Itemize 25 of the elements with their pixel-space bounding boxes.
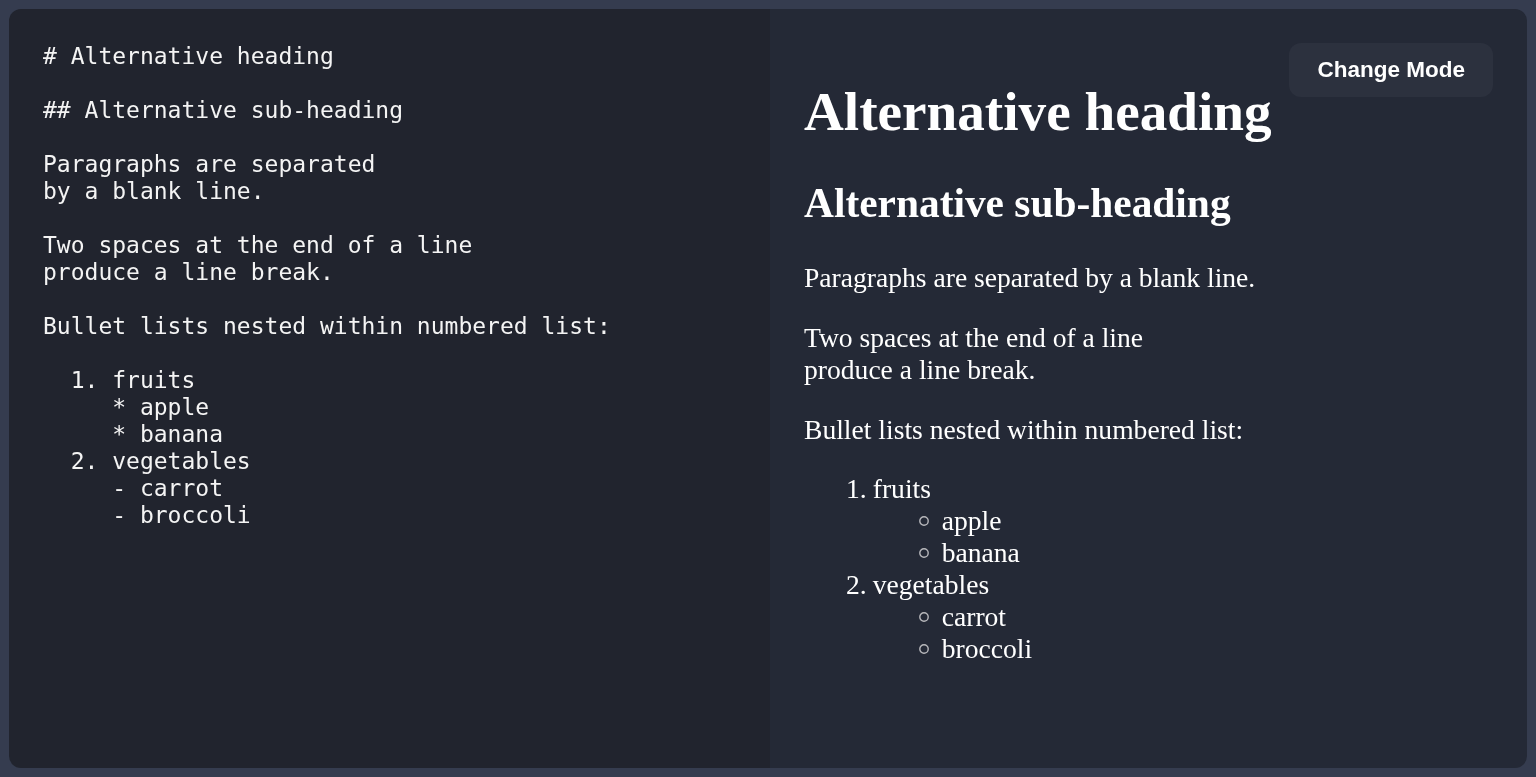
list-item-text: apple: [941, 505, 1002, 538]
preview-heading: Alternative heading: [804, 79, 1272, 144]
list-number: 1.: [846, 473, 867, 506]
bullet-icon: [918, 644, 929, 655]
bullet-icon: [918, 516, 929, 527]
preview-paragraph: Paragraphs are separated by a blank line.: [804, 262, 1256, 295]
source-text: Bullet lists nested within numbered list:: [43, 313, 611, 340]
list-number: 2.: [846, 569, 867, 602]
preview-subheading: Alternative sub-heading: [804, 180, 1231, 228]
source-text: 1. fruits * apple * banana 2. vegetables - carrot - broccoli: [69, 367, 251, 529]
change-mode-button[interactable]: Change Mode: [1289, 43, 1493, 97]
list-item-text: fruits: [872, 473, 931, 506]
list-item-text: broccoli: [941, 633, 1033, 666]
bullet-icon: [918, 612, 929, 623]
list-item-text: banana: [941, 537, 1020, 570]
bullet-icon: [918, 548, 929, 559]
source-text: # Alternative heading: [43, 43, 334, 70]
source-text: Paragraphs are separated by a blank line.: [43, 151, 376, 205]
list-item-text: vegetables: [872, 569, 990, 602]
preview-paragraph: Bullet lists nested within numbered list:: [804, 413, 1244, 446]
source-text: Two spaces at the end of a line produce a line break.: [43, 232, 473, 286]
source-text: ## Alternative sub-heading: [43, 97, 404, 124]
list-item-text: carrot: [941, 601, 1007, 634]
markdown-editor-field[interactable]: [9, 9, 770, 768]
preview-paragraph: Two spaces at the end of a line produce a line break.: [804, 321, 1144, 386]
